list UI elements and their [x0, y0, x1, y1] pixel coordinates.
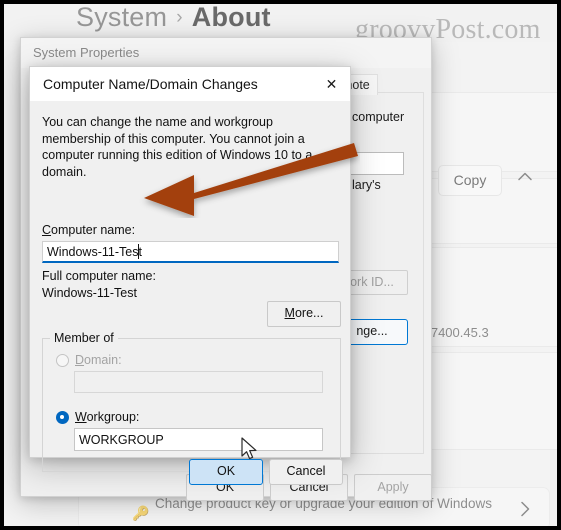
workgroup-input[interactable] — [74, 428, 323, 451]
workgroup-label-rest: orkgroup: — [86, 410, 140, 424]
system-properties-apply-button: Apply — [354, 474, 432, 501]
dialog-description: You can change the name and workgroup me… — [42, 115, 313, 179]
more-button-mnemonic: M — [284, 306, 295, 320]
domain-input — [74, 371, 323, 393]
chevron-right-icon[interactable] — [514, 498, 536, 520]
workgroup-label-mnemonic: W — [75, 410, 87, 424]
dialog-ok-button[interactable]: OK — [189, 459, 263, 485]
workgroup-radio-label[interactable]: Workgroup: — [75, 410, 139, 424]
screenshot-root: System›About ✕ Copy .17400.45.3 🔑 Change… — [0, 0, 561, 530]
key-icon: 🔑 — [132, 505, 150, 521]
close-icon[interactable]: ✕ — [321, 74, 342, 95]
text-caret — [138, 244, 139, 259]
computer-name-label-mnemonic: C — [42, 223, 52, 237]
radio-workgroup[interactable] — [56, 411, 69, 424]
dialog-title: Computer Name/Domain Changes — [43, 76, 258, 92]
computer-name-input[interactable] — [42, 241, 339, 263]
computer-name-domain-changes-dialog: Computer Name/Domain Changes ✕ You can c… — [29, 66, 351, 485]
full-computer-name-value: Windows-11-Test — [42, 286, 137, 300]
dialog-titlebar: Computer Name/Domain Changes ✕ — [30, 67, 350, 101]
dialog-cancel-button[interactable]: Cancel — [269, 459, 343, 485]
system-properties-description-clip-2: lary's — [352, 178, 381, 192]
domain-radio-label: Domain: — [75, 353, 122, 367]
copy-button[interactable]: Copy — [438, 165, 502, 196]
domain-label-rest: omain: — [84, 353, 122, 367]
domain-label-mnemonic: D — [75, 353, 85, 367]
breadcrumb-separator-icon: › — [176, 7, 183, 28]
system-properties-title: System Properties — [33, 45, 140, 60]
computer-name-label: Computer name: — [42, 223, 135, 237]
dialog-body: You can change the name and workgroup me… — [30, 101, 350, 485]
radio-domain — [56, 354, 69, 367]
computer-name-label-rest: omputer name: — [51, 223, 136, 237]
breadcrumb-parent[interactable]: System — [76, 2, 167, 32]
full-computer-name-label: Full computer name: — [42, 269, 156, 283]
chevron-up-icon[interactable] — [514, 166, 536, 188]
system-properties-description-clip-1: computer — [352, 110, 405, 124]
more-button[interactable]: More... — [267, 301, 341, 327]
breadcrumb: System › About — [76, 2, 271, 33]
system-properties-titlebar: System Properties — [21, 38, 431, 68]
member-of-legend: Member of — [50, 331, 118, 345]
more-button-rest: ore... — [294, 306, 324, 320]
breadcrumb-current: About — [191, 2, 271, 32]
